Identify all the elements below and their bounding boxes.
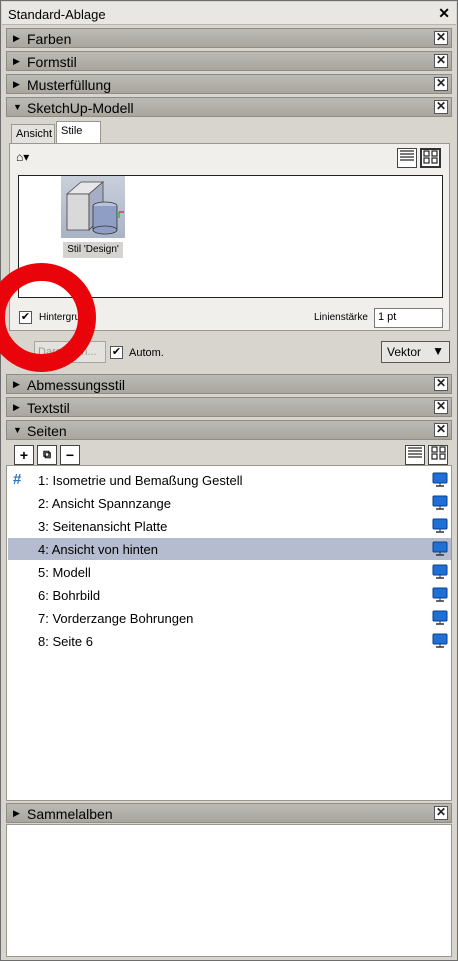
page-item[interactable]: 8: Seite 6 [8, 630, 451, 652]
close-icon[interactable]: ✕ [434, 77, 448, 91]
expand-arrow-icon: ▼ [13, 102, 22, 112]
tab-stile[interactable]: Stile [56, 121, 101, 144]
title-bar: Standard-Ablage ✕ [2, 2, 456, 25]
section-label: Abmessungsstil [27, 377, 126, 393]
page-item[interactable]: 7: Vorderzange Bohrungen [8, 607, 451, 629]
scrapbooks-area [6, 824, 452, 957]
styles-box: ⌂▾ Stil 'Design' ✔ Hintergrund Linienstä… [9, 143, 450, 331]
sketchup-panel: Ansicht Stile ⌂▾ Stil 'Design' ✔ Hinterg… [6, 118, 452, 371]
page-item-selected[interactable]: 4: Ansicht von hinten [8, 538, 451, 560]
close-icon[interactable]: ✕ [434, 54, 448, 68]
monitor-icon [432, 472, 448, 487]
render-button[interactable]: Darstellen... [34, 341, 106, 363]
list-view-icon[interactable] [405, 445, 425, 465]
style-thumbnail[interactable] [61, 176, 125, 238]
close-icon[interactable]: ✕ [434, 377, 448, 391]
style-thumbnail-area: Stil 'Design' [18, 175, 443, 298]
background-checkbox[interactable]: ✔ [19, 311, 32, 324]
monitor-icon [432, 587, 448, 602]
tray-window: Standard-Ablage ✕ ▶ Farben ✕ ▶ Formstil … [0, 0, 458, 961]
collapse-arrow-icon: ▶ [13, 402, 20, 412]
grid-view-icon[interactable] [420, 148, 441, 168]
section-formstil[interactable]: ▶ Formstil ✕ [6, 51, 452, 71]
auto-label: Autom. [129, 347, 164, 359]
monitor-icon [432, 495, 448, 510]
monitor-icon [432, 541, 448, 556]
close-icon[interactable]: ✕ [434, 400, 448, 414]
render-mode-select[interactable]: Vektor ▼ [381, 341, 450, 363]
add-page-icon[interactable]: + [14, 445, 34, 465]
window-title: Standard-Ablage [8, 7, 106, 22]
section-label: Seiten [27, 423, 67, 439]
section-label: Farben [27, 31, 72, 47]
expand-arrow-icon: ▼ [13, 425, 22, 435]
collapse-arrow-icon: ▶ [13, 56, 20, 66]
close-icon[interactable]: ✕ [434, 423, 448, 437]
list-view-icon[interactable] [397, 148, 417, 168]
collapse-arrow-icon: ▶ [13, 808, 20, 818]
home-dropdown-icon[interactable]: ⌂▾ [16, 150, 29, 164]
page-item[interactable]: 2: Ansicht Spannzange [8, 492, 451, 514]
chevron-down-icon: ▼ [432, 344, 444, 358]
section-label: Musterfüllung [27, 77, 112, 93]
page-item[interactable]: 5: Modell [8, 561, 451, 583]
grid-view-icon[interactable] [428, 445, 448, 465]
close-icon[interactable]: ✕ [434, 806, 448, 820]
current-page-icon: # [13, 471, 22, 488]
tab-ansicht[interactable]: Ansicht [11, 124, 55, 144]
section-farben[interactable]: ▶ Farben ✕ [6, 28, 452, 48]
line-weight-input[interactable]: 1 pt [374, 308, 443, 328]
close-icon[interactable]: ✕ [434, 100, 448, 114]
section-label: SketchUp-Modell [27, 100, 134, 116]
section-textstil[interactable]: ▶ Textstil ✕ [6, 397, 452, 417]
page-item[interactable]: 3: Seitenansicht Platte [8, 515, 451, 537]
remove-page-icon[interactable]: − [60, 445, 80, 465]
auto-checkbox[interactable]: ✔ [110, 346, 123, 359]
style-name-label: Stil 'Design' [63, 242, 123, 258]
page-item[interactable]: 6: Bohrbild [8, 584, 451, 606]
collapse-arrow-icon: ▶ [13, 379, 20, 389]
background-label: Hintergrund [39, 312, 92, 323]
section-musterfuellung[interactable]: ▶ Musterfüllung ✕ [6, 74, 452, 94]
section-abmessungsstil[interactable]: ▶ Abmessungsstil ✕ [6, 374, 452, 394]
line-weight-label: Linienstärke [314, 312, 368, 323]
monitor-icon [432, 633, 448, 648]
duplicate-page-icon[interactable]: ⧉ [37, 445, 57, 465]
pages-list: # 1: Isometrie und Bemaßung Gestell 2: A… [6, 465, 452, 801]
monitor-icon [432, 564, 448, 579]
section-label: Textstil [27, 400, 70, 416]
collapse-arrow-icon: ▶ [13, 33, 20, 43]
window-close-icon[interactable]: ✕ [438, 5, 450, 22]
section-sketchup-modell[interactable]: ▼ SketchUp-Modell ✕ [6, 97, 452, 117]
collapse-arrow-icon: ▶ [13, 79, 20, 89]
section-label: Sammelalben [27, 806, 113, 822]
section-seiten[interactable]: ▼ Seiten ✕ [6, 420, 452, 440]
monitor-icon [432, 610, 448, 625]
close-icon[interactable]: ✕ [434, 31, 448, 45]
section-label: Formstil [27, 54, 77, 70]
monitor-icon [432, 518, 448, 533]
render-mode-value: Vektor [387, 345, 422, 359]
page-item[interactable]: # 1: Isometrie und Bemaßung Gestell [8, 469, 451, 491]
section-sammelalben[interactable]: ▶ Sammelalben ✕ [6, 803, 452, 823]
